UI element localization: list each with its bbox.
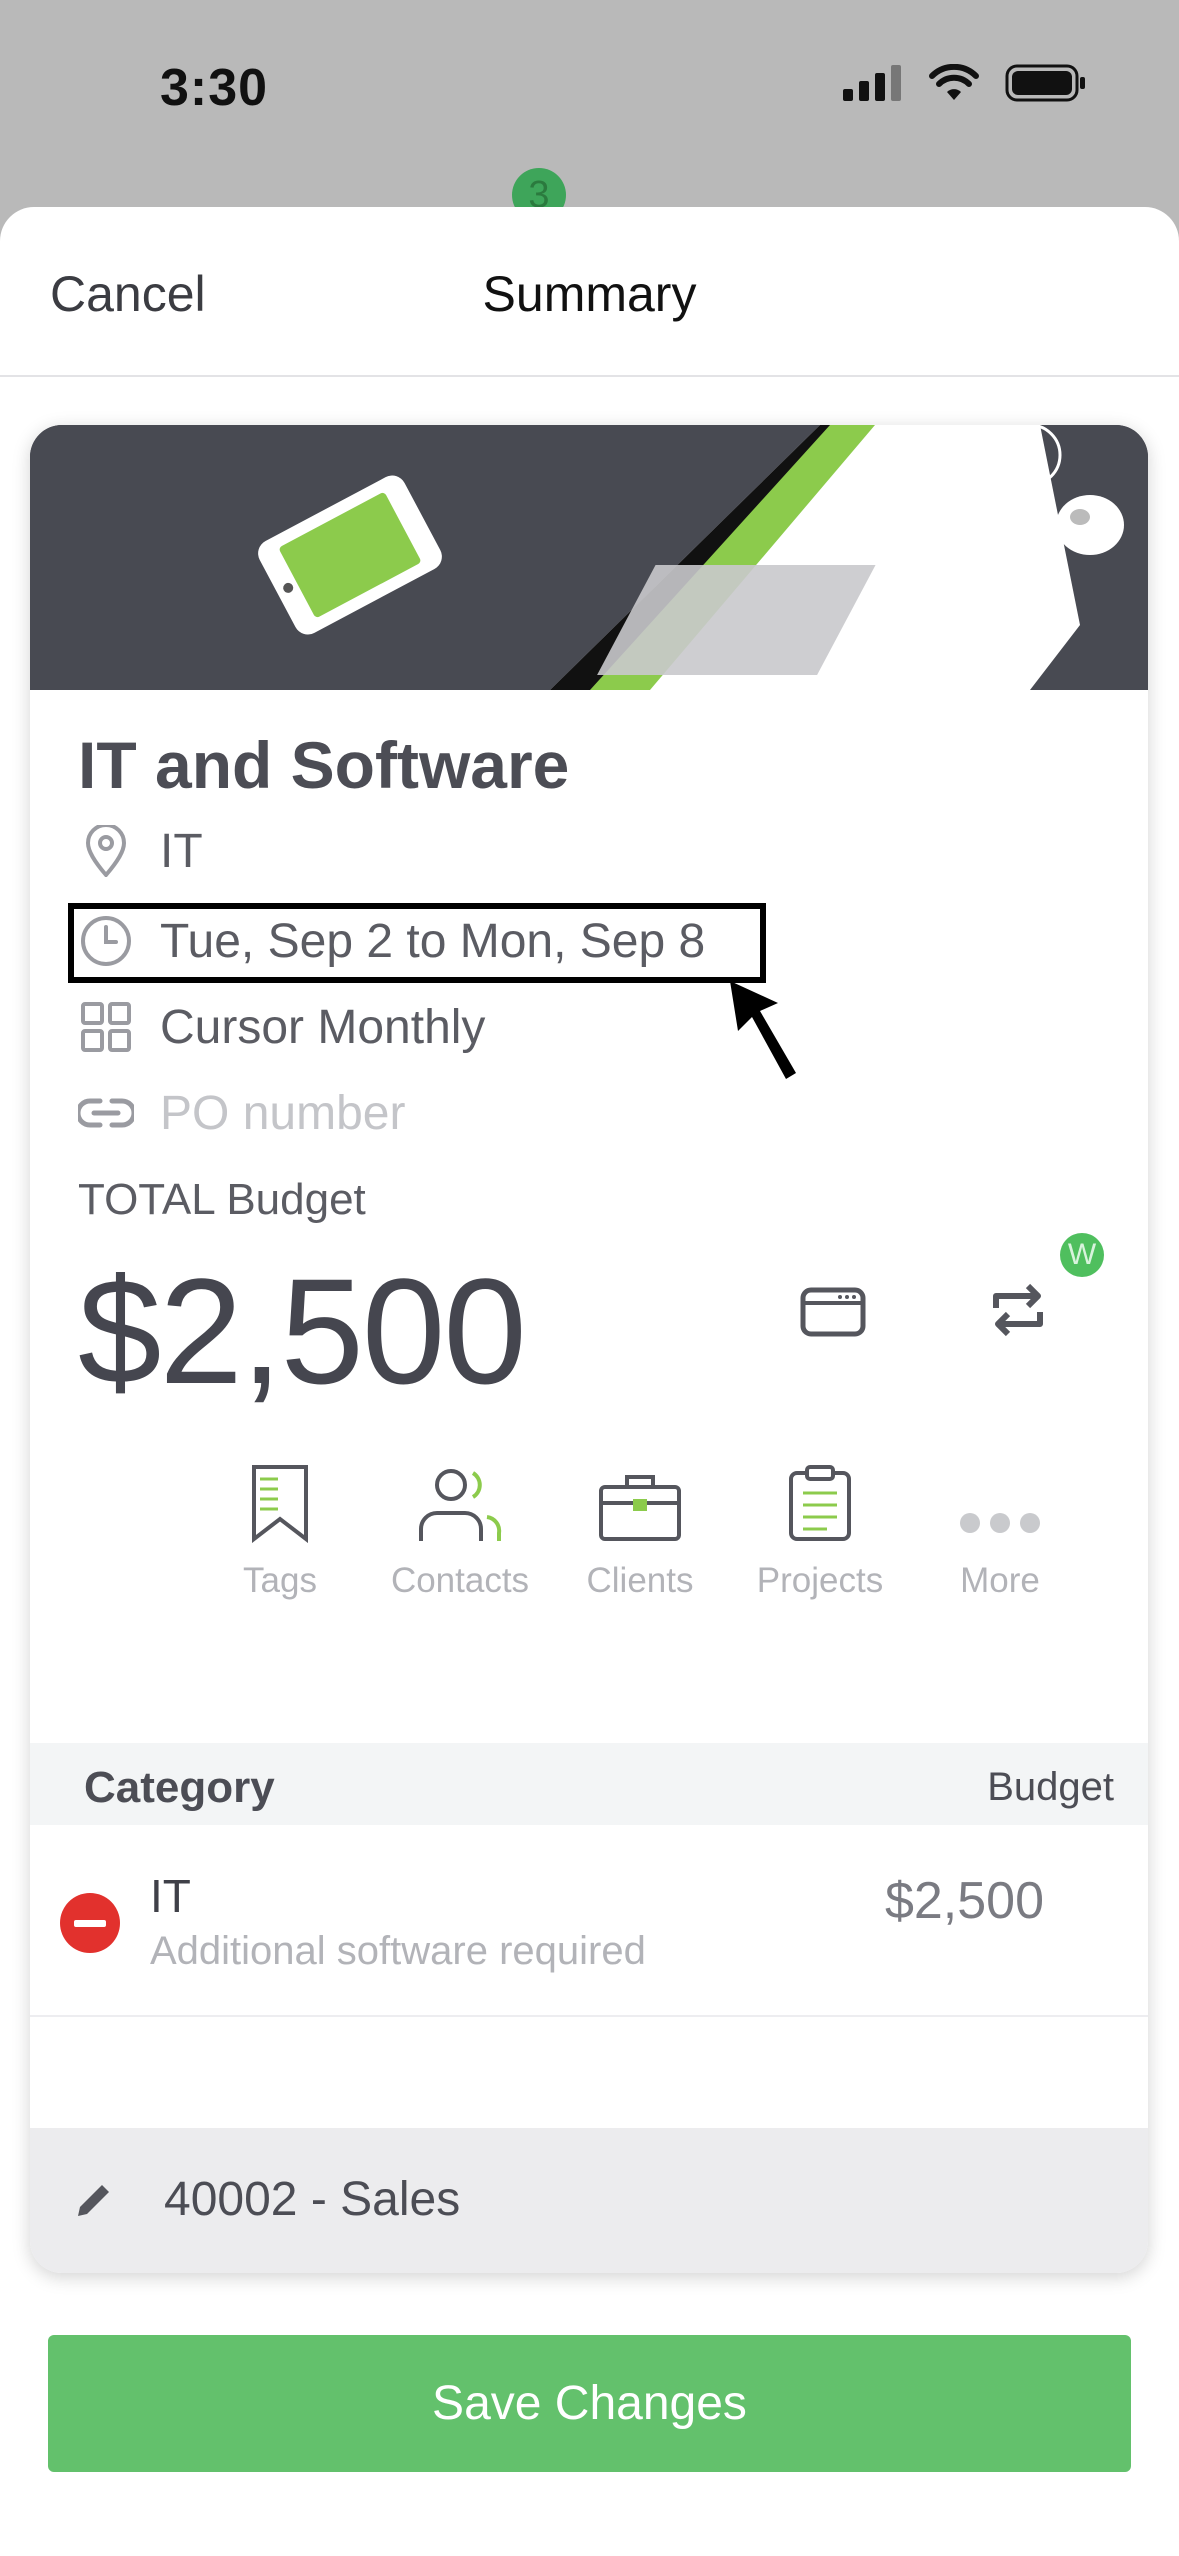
action-projects[interactable]: Projects bbox=[730, 1443, 910, 1601]
action-bar: Tags Contacts Clients Projects More bbox=[190, 1443, 1090, 1601]
battery-icon bbox=[1005, 64, 1085, 102]
hero-illustration bbox=[30, 425, 1148, 690]
total-budget-amount[interactable]: $2,500 bbox=[78, 1245, 527, 1418]
bookmark-icon bbox=[248, 1443, 312, 1543]
action-label: More bbox=[960, 1561, 1040, 1600]
location-row[interactable]: IT bbox=[78, 823, 203, 879]
account-selector[interactable]: 40002 - Sales bbox=[30, 2128, 1148, 2273]
account-label: 40002 - Sales bbox=[164, 2173, 461, 2226]
location-pin-icon bbox=[78, 823, 134, 879]
location-text: IT bbox=[160, 824, 203, 878]
po-number-row[interactable]: PO number bbox=[78, 1085, 405, 1141]
frequency-text: Cursor Monthly bbox=[160, 1000, 486, 1054]
summary-card: IT and Software IT Tue, Sep 2 to Mon, Se… bbox=[30, 425, 1148, 2273]
action-clients[interactable]: Clients bbox=[550, 1443, 730, 1601]
nav-bar: Cancel Summary bbox=[0, 207, 1179, 377]
budget-header-label: Budget bbox=[987, 1765, 1114, 1809]
total-budget-label: TOTAL Budget bbox=[78, 1175, 366, 1224]
pointer-arrow-icon bbox=[730, 981, 796, 1079]
link-icon bbox=[78, 1085, 134, 1141]
item-title: IT and Software bbox=[78, 728, 570, 802]
action-label: Clients bbox=[586, 1561, 694, 1600]
action-more[interactable]: More bbox=[910, 1443, 1090, 1601]
action-label: Tags bbox=[243, 1561, 317, 1600]
remove-icon[interactable] bbox=[60, 1893, 120, 1953]
status-time: 3:30 bbox=[160, 59, 269, 117]
payment-card-icon[interactable] bbox=[800, 1287, 866, 1337]
status-icons bbox=[843, 64, 1087, 102]
summary-sheet: Cancel Summary IT and Software IT Tue, S… bbox=[0, 207, 1179, 2556]
highlight-box bbox=[68, 903, 766, 983]
frequency-row[interactable]: Cursor Monthly bbox=[78, 999, 485, 1055]
pencil-icon bbox=[78, 2185, 109, 2216]
repeat-icon[interactable] bbox=[990, 1280, 1046, 1340]
po-number-input[interactable]: PO number bbox=[160, 1086, 405, 1141]
wifi-icon bbox=[929, 64, 979, 100]
category-name: IT bbox=[150, 1870, 191, 1922]
category-description: Additional software required bbox=[150, 1929, 646, 1973]
signal-icon bbox=[843, 65, 901, 101]
action-tags[interactable]: Tags bbox=[190, 1443, 370, 1601]
contacts-icon bbox=[415, 1443, 505, 1543]
category-header-label: Category bbox=[84, 1763, 275, 1812]
clipboard-icon bbox=[787, 1443, 853, 1543]
save-changes-button[interactable]: Save Changes bbox=[48, 2335, 1131, 2472]
grid-icon bbox=[78, 999, 134, 1055]
category-amount[interactable]: $2,500 bbox=[885, 1871, 1044, 1931]
action-contacts[interactable]: Contacts bbox=[370, 1443, 550, 1601]
w-badge: W bbox=[1060, 1233, 1104, 1277]
action-label: Contacts bbox=[390, 1561, 530, 1600]
briefcase-icon bbox=[597, 1443, 683, 1543]
category-header: Category Budget bbox=[30, 1743, 1148, 1825]
page-title: Summary bbox=[482, 266, 697, 322]
action-label: Projects bbox=[756, 1561, 884, 1600]
more-dots-icon bbox=[958, 1443, 1042, 1543]
table-row[interactable]: IT Additional software required $2,500 bbox=[30, 1825, 1148, 2017]
